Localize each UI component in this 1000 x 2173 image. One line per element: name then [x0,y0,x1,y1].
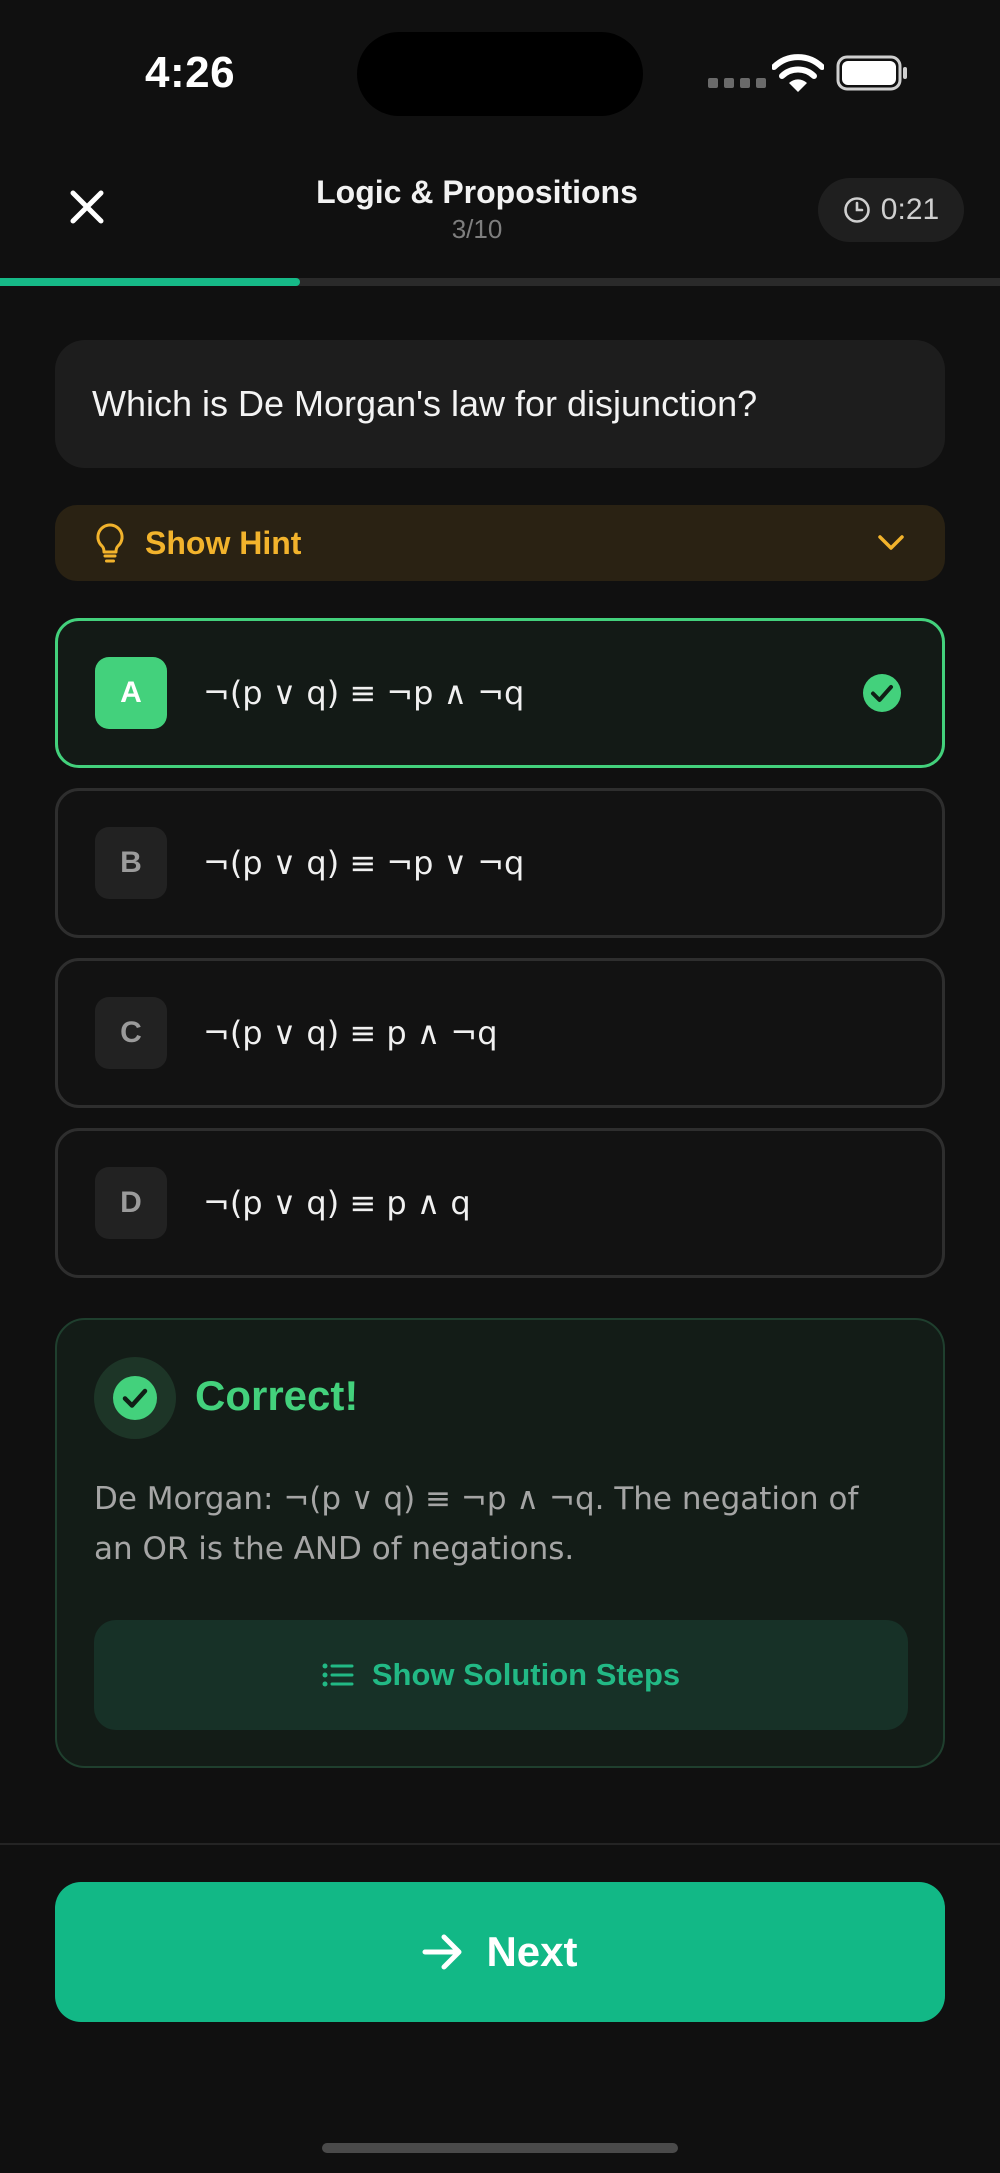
close-button[interactable] [60,180,114,234]
option-text: ¬(p ∨ q) ≡ p ∧ q [203,1184,471,1222]
question-card: Which is De Morgan's law for disjunction… [55,340,945,468]
timer-badge: 0:21 [818,178,964,242]
cellular-signal-icon [708,78,766,88]
steps-label: Show Solution Steps [371,1657,681,1692]
option-letter: D [95,1167,167,1239]
option-letter: A [95,657,167,729]
timer-value: 0:21 [880,193,940,226]
wifi-icon [772,54,824,92]
check-circle-icon [863,674,901,712]
list-icon [322,1663,354,1687]
close-icon [70,190,104,224]
clock-icon [843,197,870,223]
check-circle-icon [113,1376,157,1420]
battery-icon [836,55,907,91]
show-solution-steps-button[interactable]: Show Solution Steps [94,1620,908,1730]
lightbulb-icon [96,523,124,563]
arrow-right-icon [422,1934,462,1970]
footer-divider [0,1843,1000,1845]
chevron-down-icon [878,535,904,550]
option-text: ¬(p ∨ q) ≡ ¬p ∧ ¬q [203,674,525,712]
option-letter: B [95,827,167,899]
feedback-badge [94,1357,176,1439]
progress-fill [0,278,300,286]
quiz-title: Logic & Propositions [316,174,638,210]
feedback-card: Correct! De Morgan: ¬(p ∨ q) ≡ ¬p ∧ ¬q. … [55,1318,945,1768]
dynamic-island [357,32,643,116]
option-text: ¬(p ∨ q) ≡ ¬p ∨ ¬q [203,844,525,882]
home-indicator [322,2143,678,2153]
question-counter: 3/10 [451,214,503,244]
option-d[interactable]: D ¬(p ∨ q) ≡ p ∧ q [55,1128,945,1278]
option-c[interactable]: C ¬(p ∨ q) ≡ p ∧ ¬q [55,958,945,1108]
option-text: ¬(p ∨ q) ≡ p ∧ ¬q [203,1014,498,1052]
show-hint-toggle[interactable]: Show Hint [55,505,945,581]
feedback-explanation: De Morgan: ¬(p ∨ q) ≡ ¬p ∧ ¬q. The negat… [94,1481,859,1567]
next-button[interactable]: Next [55,1882,945,2022]
hint-label: Show Hint [145,524,302,561]
question-text: Which is De Morgan's law for disjunction… [92,383,758,424]
next-label: Next [486,1928,578,1975]
option-b[interactable]: B ¬(p ∨ q) ≡ ¬p ∨ ¬q [55,788,945,938]
status-time: 4:26 [145,48,236,97]
feedback-title: Correct! [195,1372,359,1419]
option-letter: C [95,997,167,1069]
progress-bar [0,278,1000,286]
option-a[interactable]: A ¬(p ∨ q) ≡ ¬p ∧ ¬q [55,618,945,768]
